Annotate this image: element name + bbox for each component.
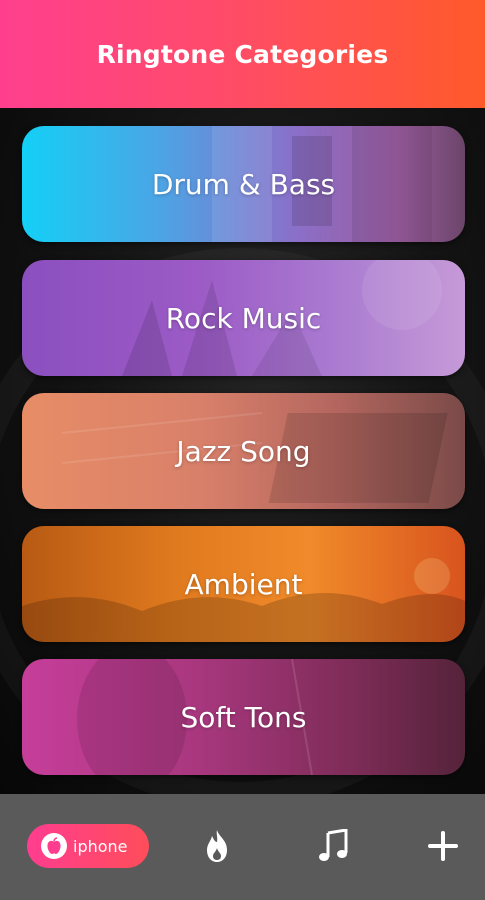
- app-header: Ringtone Categories: [0, 0, 485, 108]
- nav-iphone-button[interactable]: iphone: [27, 824, 149, 868]
- page-title: Ringtone Categories: [96, 39, 389, 69]
- category-card-ambient[interactable]: Ambient: [22, 526, 465, 642]
- fire-icon[interactable]: [197, 826, 237, 866]
- music-note-icon[interactable]: [313, 826, 353, 866]
- category-card-soft-tons[interactable]: Soft Tons: [22, 659, 465, 775]
- category-label: Soft Tons: [180, 700, 307, 734]
- category-card-jazz-song[interactable]: Jazz Song: [22, 393, 465, 509]
- category-label: Rock Music: [165, 301, 322, 335]
- category-card-rock-music[interactable]: Rock Music: [22, 260, 465, 376]
- nav-iphone-label: iphone: [73, 836, 128, 856]
- category-label: Drum & Bass: [151, 167, 336, 201]
- apple-icon: [41, 833, 67, 859]
- category-label: Jazz Song: [176, 434, 311, 468]
- bottom-navigation: iphone: [0, 794, 485, 900]
- category-card-drum-bass[interactable]: Drum & Bass: [22, 126, 465, 242]
- category-label: Ambient: [184, 567, 303, 601]
- plus-icon[interactable]: [423, 826, 463, 866]
